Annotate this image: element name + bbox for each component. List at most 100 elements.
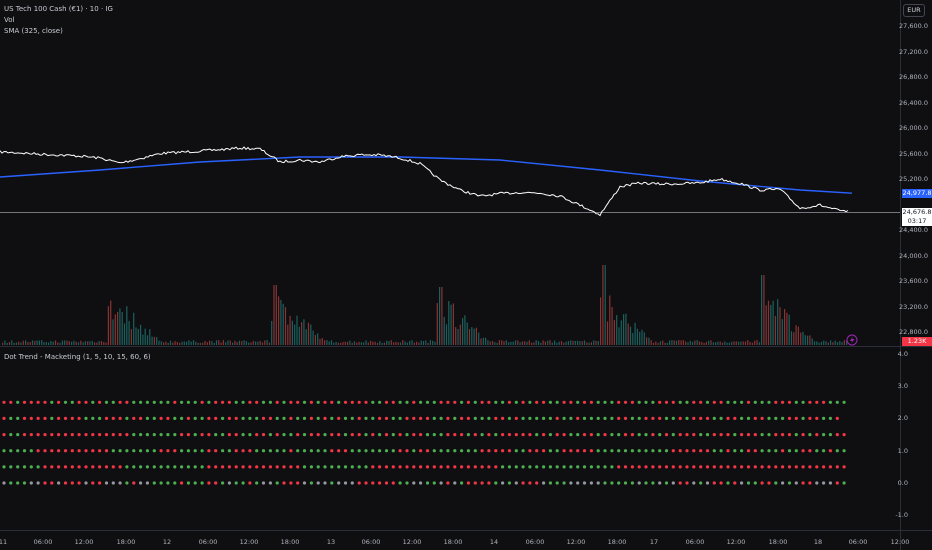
trend-dot bbox=[494, 465, 498, 469]
price-axis-label: 26,800.0 bbox=[899, 73, 928, 81]
trend-dot bbox=[9, 433, 13, 437]
indicator-title[interactable]: Dot Trend - Macketing (1, 5, 10, 15, 60,… bbox=[4, 352, 151, 362]
trend-dot bbox=[569, 416, 573, 420]
trend-dot bbox=[555, 400, 559, 404]
volume-bar bbox=[301, 322, 303, 345]
price-axis-label: 24,400.0 bbox=[899, 226, 928, 234]
trend-dot bbox=[398, 400, 402, 404]
trend-dot bbox=[596, 400, 600, 404]
trend-dot bbox=[343, 433, 348, 437]
volume-bar bbox=[236, 342, 238, 345]
trend-dot bbox=[296, 449, 300, 453]
trend-dot bbox=[159, 433, 163, 437]
volume-bar bbox=[54, 340, 57, 345]
trend-dot bbox=[842, 449, 846, 453]
volume-bar bbox=[524, 341, 526, 345]
volume-legend[interactable]: Vol bbox=[4, 15, 14, 25]
trend-dot bbox=[186, 400, 190, 404]
trend-dot bbox=[658, 481, 662, 485]
volume-bar bbox=[45, 342, 47, 345]
volume-bar bbox=[395, 341, 397, 345]
trend-dot bbox=[466, 433, 470, 437]
trend-dot bbox=[535, 416, 539, 420]
trend-dot bbox=[562, 433, 566, 437]
volume-bar bbox=[227, 340, 229, 345]
volume-bar bbox=[577, 340, 579, 345]
trend-dot bbox=[746, 481, 751, 485]
volume-bar bbox=[659, 341, 661, 345]
volume-bar bbox=[142, 334, 144, 345]
trend-dot bbox=[268, 449, 272, 453]
volume-bar bbox=[234, 340, 236, 345]
trend-dot bbox=[289, 416, 293, 420]
volume-bar bbox=[420, 340, 422, 345]
trend-dot bbox=[70, 481, 74, 485]
trend-dot bbox=[828, 400, 833, 404]
sma-legend[interactable]: SMA (325, close) bbox=[4, 26, 63, 36]
trend-dot bbox=[84, 416, 88, 420]
trend-dot bbox=[180, 465, 184, 469]
trend-dot bbox=[364, 416, 368, 420]
trend-dot bbox=[125, 449, 129, 453]
time-axis-label: 12:00 bbox=[402, 538, 422, 546]
trend-dot bbox=[548, 400, 553, 404]
volume-bar bbox=[287, 324, 289, 345]
volume-bar bbox=[291, 320, 293, 345]
volume-bar bbox=[671, 340, 673, 345]
trend-dot bbox=[446, 416, 450, 420]
volume-bar bbox=[169, 340, 172, 345]
chart-canvas[interactable] bbox=[0, 0, 932, 550]
trend-dot bbox=[828, 481, 833, 485]
volume-bar bbox=[176, 342, 178, 345]
volume-bar bbox=[692, 341, 694, 345]
currency-button[interactable]: EUR bbox=[903, 4, 925, 17]
trend-dot bbox=[576, 449, 580, 453]
volume-bar bbox=[381, 342, 383, 345]
trend-dot bbox=[644, 416, 648, 420]
trend-dot bbox=[57, 400, 61, 404]
volume-bar bbox=[590, 342, 592, 345]
trend-dot bbox=[726, 433, 730, 437]
volume-bar bbox=[434, 341, 436, 345]
trend-dot bbox=[781, 481, 785, 485]
volume-bar bbox=[754, 340, 756, 345]
trend-dot bbox=[98, 433, 102, 437]
trend-dot bbox=[705, 433, 710, 437]
time-axis-label: 12:00 bbox=[566, 538, 586, 546]
volume-bar bbox=[786, 312, 788, 345]
volume-bar bbox=[491, 341, 494, 345]
trend-dot bbox=[453, 433, 457, 437]
trend-dot bbox=[740, 416, 744, 420]
trend-dot bbox=[63, 400, 68, 404]
volume-bar bbox=[705, 341, 707, 345]
trend-dot bbox=[70, 400, 74, 404]
volume-bar bbox=[77, 342, 80, 345]
trend-dot bbox=[487, 481, 491, 485]
trend-dot bbox=[337, 400, 341, 404]
trend-dot bbox=[753, 465, 757, 469]
volume-bar bbox=[225, 342, 227, 345]
trend-dot bbox=[460, 400, 464, 404]
volume-bar bbox=[179, 342, 181, 345]
time-axis-label: 12 bbox=[162, 538, 172, 546]
trend-dot bbox=[603, 449, 607, 453]
trend-dot bbox=[371, 481, 375, 485]
volume-bar bbox=[574, 341, 576, 345]
trend-dot bbox=[501, 481, 505, 485]
trend-dot bbox=[412, 416, 416, 420]
trend-dot bbox=[302, 465, 307, 469]
trend-dot bbox=[166, 433, 170, 437]
trend-dot bbox=[152, 433, 156, 437]
volume-bar bbox=[61, 340, 63, 345]
trend-dot bbox=[705, 465, 710, 469]
volume-bar bbox=[188, 340, 190, 345]
trend-dot bbox=[753, 400, 757, 404]
trend-dot bbox=[214, 416, 218, 420]
volume-bar bbox=[66, 340, 68, 345]
trend-dot bbox=[514, 416, 518, 420]
trend-dot bbox=[323, 416, 327, 420]
trend-dot bbox=[166, 449, 170, 453]
symbol-title[interactable]: US Tech 100 Cash (€1) · 10 · IG bbox=[4, 4, 113, 14]
volume-bar bbox=[31, 340, 34, 345]
price-axis-label: 27,200.0 bbox=[899, 47, 928, 56]
